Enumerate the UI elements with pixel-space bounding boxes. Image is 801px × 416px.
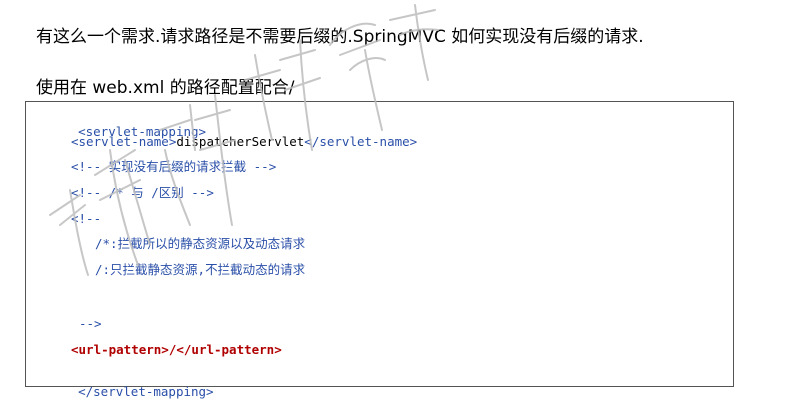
code-line-servlet-mapping-close: </servlet-mapping>	[48, 368, 214, 416]
code-line-url-pattern: <url-pattern>/</url-pattern>	[71, 342, 282, 358]
code-comment-suffixless: <!-- 实现没有后缀的请求拦截 -->	[71, 159, 277, 174]
code-comment-close: -->	[79, 316, 102, 331]
servlet-mapping-close-tag: </servlet-mapping>	[78, 384, 214, 399]
instruction-paragraph: 使用在 web.xml 的路径配置配合/	[36, 78, 295, 98]
servlet-name-open-tag: <servlet-name>	[71, 134, 177, 149]
code-block: <servlet-mapping> <servlet-name>dispatch…	[25, 101, 734, 399]
url-pattern-open-tag: <url-pattern>	[71, 342, 169, 357]
code-comment-difference: <!-- /* 与 /区别 -->	[71, 185, 214, 200]
code-line-servlet-name: <servlet-name>dispatcherServlet</servlet…	[71, 134, 417, 150]
code-comment-line-wildcard: /*:拦截所以的静态资源以及动态请求	[95, 236, 306, 251]
servlet-name-close-tag: </servlet-name>	[304, 134, 418, 149]
code-comment-open: <!--	[71, 211, 102, 226]
code-comment-line-slash: /:只拦截静态资源,不拦截动态的请求	[95, 262, 306, 277]
description-paragraph: 有这么一个需求.请求路径是不需要后缀的.SpringMVC 如何实现没有后缀的请…	[36, 27, 644, 47]
servlet-name-value: dispatcherServlet	[176, 134, 305, 149]
url-pattern-close-tag: </url-pattern>	[176, 342, 282, 357]
